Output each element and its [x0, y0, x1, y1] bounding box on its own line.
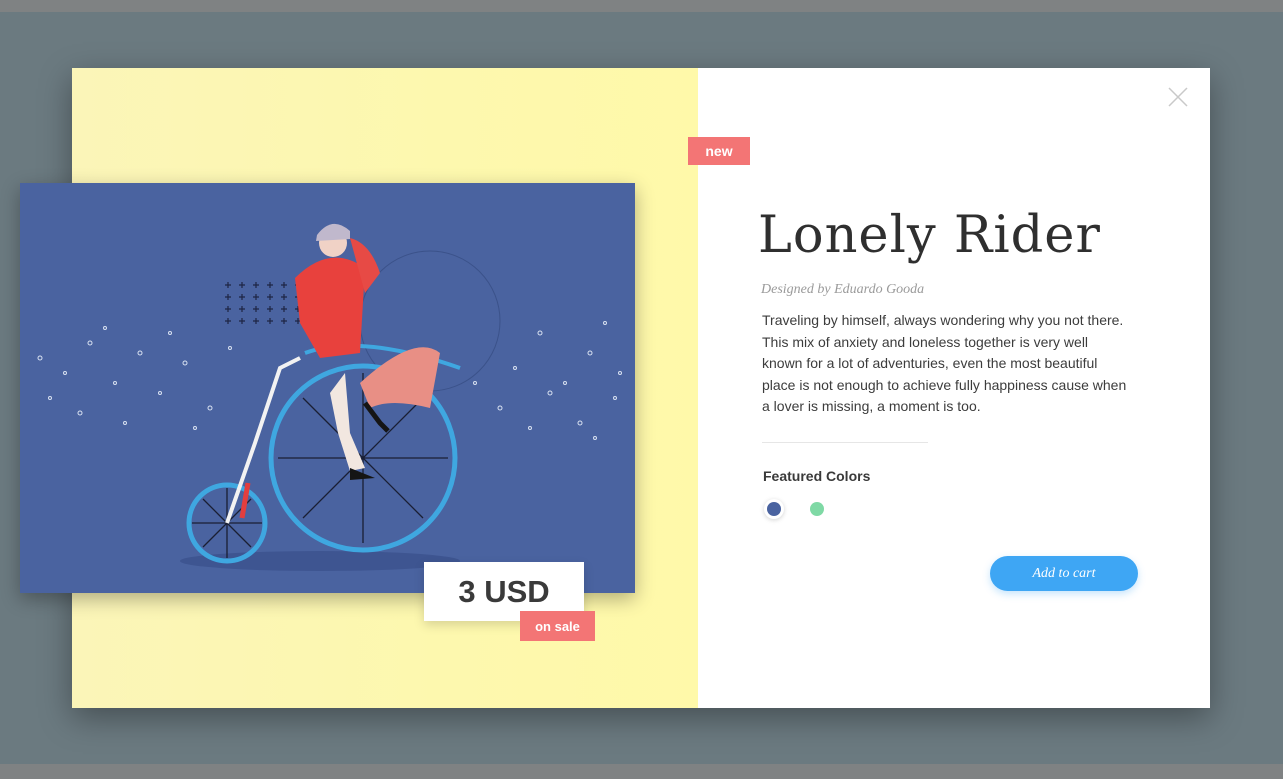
new-badge: new — [688, 137, 750, 165]
add-to-cart-button[interactable]: Add to cart — [990, 556, 1138, 591]
divider — [762, 442, 928, 443]
close-icon[interactable] — [1167, 86, 1189, 108]
product-description: Traveling by himself, always wondering w… — [762, 312, 1127, 414]
product-title: Lonely Rider — [758, 206, 1101, 265]
designer-credit: Designed by Eduardo Gooda — [761, 282, 925, 297]
product-illustration — [20, 183, 635, 593]
featured-colors-label: Featured Colors — [763, 468, 871, 484]
color-swatch-blue[interactable] — [767, 502, 781, 516]
bike-frame — [225, 356, 301, 524]
color-swatch-green[interactable] — [810, 502, 824, 516]
on-sale-badge: on sale — [520, 611, 595, 641]
